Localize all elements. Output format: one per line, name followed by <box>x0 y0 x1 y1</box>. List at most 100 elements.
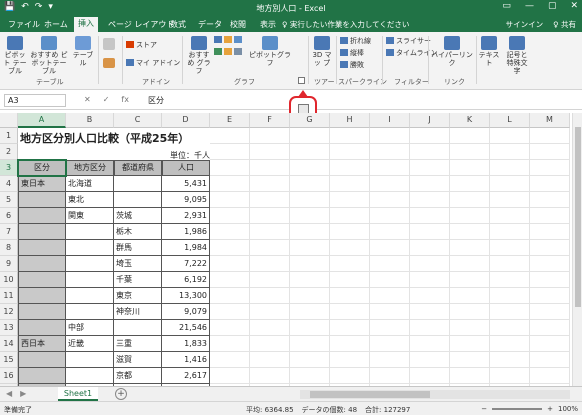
cell[interactable] <box>530 224 570 240</box>
cell[interactable] <box>250 288 290 304</box>
cell[interactable] <box>490 288 530 304</box>
cell[interactable] <box>490 128 530 144</box>
table-cell[interactable]: 1,986 <box>162 224 210 240</box>
cell[interactable] <box>530 304 570 320</box>
cell[interactable] <box>490 160 530 176</box>
cell[interactable] <box>490 144 530 160</box>
cell[interactable] <box>410 288 450 304</box>
zoom-in-icon[interactable]: + <box>547 405 553 413</box>
cell[interactable] <box>370 240 410 256</box>
table-cell[interactable]: 7,222 <box>162 256 210 272</box>
recommended-pivottable-button[interactable]: おすすめ ピボットテーブル <box>30 36 68 75</box>
cell[interactable] <box>330 144 370 160</box>
cell[interactable] <box>290 240 330 256</box>
cell[interactable] <box>450 288 490 304</box>
cell[interactable] <box>290 336 330 352</box>
hscroll-thumb[interactable] <box>310 391 430 398</box>
cell[interactable] <box>490 208 530 224</box>
cell[interactable] <box>530 176 570 192</box>
chart-type-buttons-row2[interactable] <box>214 48 244 56</box>
cell[interactable] <box>530 208 570 224</box>
maximize-icon[interactable]: ▢ <box>548 1 557 11</box>
cell[interactable] <box>330 192 370 208</box>
cell[interactable] <box>250 240 290 256</box>
table-cell[interactable] <box>18 256 66 272</box>
table-cell[interactable]: 13,300 <box>162 288 210 304</box>
cell[interactable] <box>250 176 290 192</box>
cell[interactable] <box>370 256 410 272</box>
horizontal-scrollbar[interactable] <box>300 390 570 399</box>
sheet-tab-sheet1[interactable]: Sheet1 <box>58 387 98 401</box>
table-cell[interactable] <box>18 224 66 240</box>
name-box[interactable]: A3 <box>4 94 66 107</box>
table-cell[interactable] <box>114 192 162 208</box>
cell[interactable] <box>530 336 570 352</box>
worksheet-grid[interactable]: ABCDEFGHIJKLM123456789101112131415161718… <box>0 113 582 386</box>
cell[interactable] <box>330 208 370 224</box>
cell[interactable] <box>250 128 290 144</box>
pivottable-button[interactable]: ピボット テーブル <box>2 36 28 75</box>
table-cell[interactable] <box>114 176 162 192</box>
table-cell[interactable]: 5,431 <box>162 176 210 192</box>
cell[interactable] <box>410 336 450 352</box>
screenshot-button[interactable] <box>102 58 116 69</box>
cell[interactable] <box>450 144 490 160</box>
table-header-cell[interactable]: 地方区分 <box>66 160 114 176</box>
cell[interactable] <box>290 288 330 304</box>
cell[interactable] <box>530 352 570 368</box>
cell[interactable] <box>370 352 410 368</box>
cell[interactable] <box>210 240 250 256</box>
cell[interactable] <box>530 192 570 208</box>
slicer-button[interactable]: スライサー <box>386 36 431 46</box>
insert-function-icon[interactable]: fx <box>121 95 129 104</box>
table-cell[interactable] <box>18 368 66 384</box>
cell[interactable] <box>530 144 570 160</box>
cell[interactable] <box>370 288 410 304</box>
table-cell[interactable]: 21,546 <box>162 320 210 336</box>
cell[interactable] <box>410 240 450 256</box>
cell[interactable] <box>330 320 370 336</box>
cell[interactable] <box>330 256 370 272</box>
zoom-level[interactable]: 100% <box>558 405 578 413</box>
row-header-16[interactable]: 16 <box>0 368 18 384</box>
table-cell[interactable]: 西日本 <box>18 336 66 352</box>
cell[interactable] <box>330 160 370 176</box>
tab-home[interactable]: ホーム <box>40 18 72 31</box>
table-button[interactable]: テーブル <box>70 36 96 67</box>
table-cell[interactable]: 1,984 <box>162 240 210 256</box>
cell[interactable] <box>450 256 490 272</box>
row-header-6[interactable]: 6 <box>0 208 18 224</box>
cell[interactable] <box>490 256 530 272</box>
cell[interactable] <box>450 368 490 384</box>
pivotchart-button[interactable]: ピボットグラフ <box>246 36 294 67</box>
table-cell[interactable]: 1,416 <box>162 352 210 368</box>
table-cell[interactable]: 京都 <box>114 368 162 384</box>
chart-dialog-launcher-icon[interactable] <box>298 77 305 84</box>
cell[interactable] <box>450 176 490 192</box>
tell-me-search[interactable]: ♀ 実行したい作業を入力してください <box>282 19 409 30</box>
cell[interactable] <box>210 192 250 208</box>
cell[interactable] <box>210 144 250 160</box>
illustrations-button[interactable] <box>102 38 116 51</box>
table-cell[interactable]: 北海道 <box>66 176 114 192</box>
tab-data[interactable]: データ <box>194 18 226 31</box>
cell[interactable] <box>450 272 490 288</box>
cell[interactable] <box>250 208 290 224</box>
cell[interactable] <box>330 336 370 352</box>
cell[interactable] <box>210 320 250 336</box>
cell[interactable] <box>210 208 250 224</box>
cell[interactable] <box>370 208 410 224</box>
cell[interactable] <box>250 336 290 352</box>
cell[interactable] <box>290 128 330 144</box>
column-header-l[interactable]: L <box>490 113 530 128</box>
table-header-cell[interactable]: 都道府県 <box>114 160 162 176</box>
cell[interactable] <box>490 224 530 240</box>
cell[interactable] <box>250 144 290 160</box>
signin-link[interactable]: サインイン <box>506 19 544 30</box>
cell[interactable] <box>290 192 330 208</box>
column-header-h[interactable]: H <box>330 113 370 128</box>
cell[interactable] <box>410 192 450 208</box>
cell[interactable] <box>210 352 250 368</box>
cell[interactable] <box>290 352 330 368</box>
cell[interactable] <box>410 368 450 384</box>
